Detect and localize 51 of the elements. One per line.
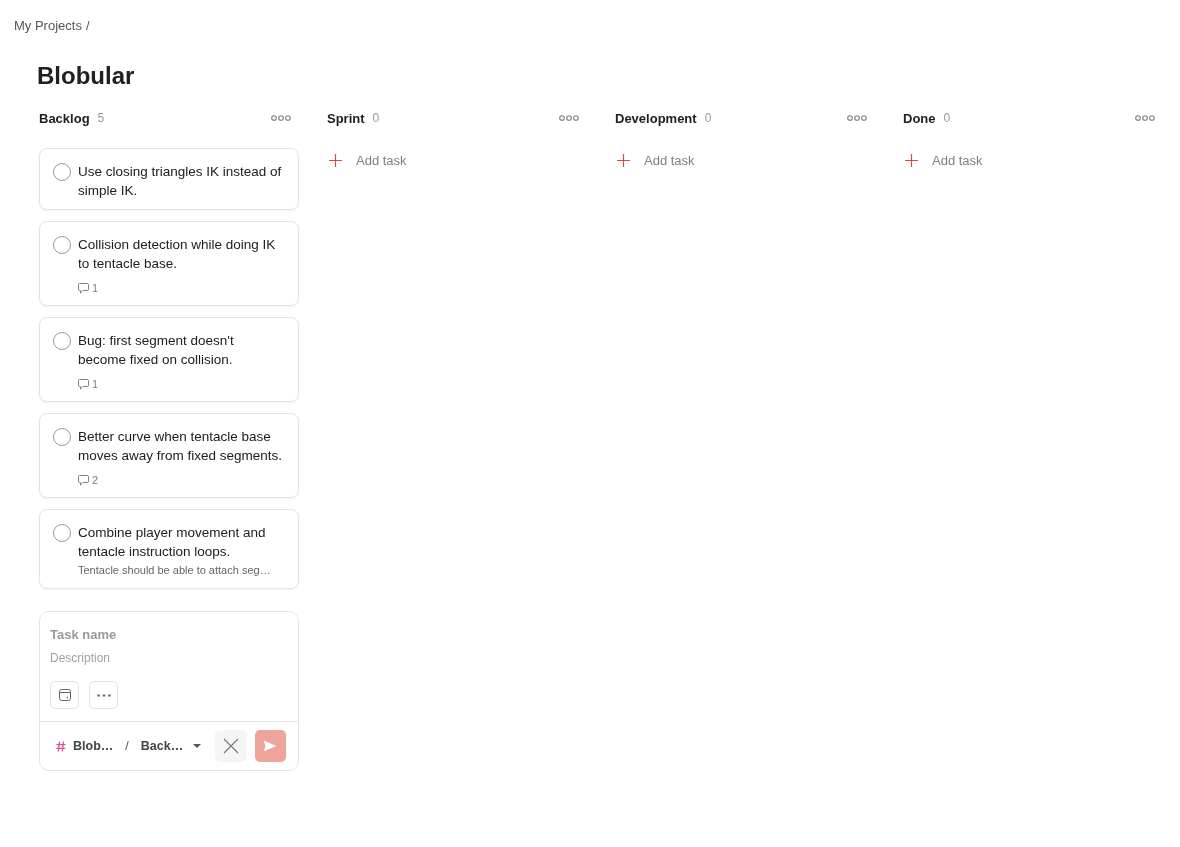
add-task-button[interactable]: Add task: [327, 148, 407, 172]
task-title: Bug: first segment doesn't become fixed on collision.: [78, 332, 235, 369]
comment-icon: [78, 474, 89, 486]
plus-icon: [329, 153, 342, 167]
add-task-button[interactable]: Add task: [615, 148, 695, 172]
task-description: Tentacle should be able to attach seg…: [78, 563, 272, 578]
hash-icon: [56, 740, 66, 752]
more-icon[interactable]: [847, 115, 867, 121]
task-card[interactable]: Use closing triangles IK instead of simple IK.: [39, 148, 299, 210]
task-name-field[interactable]: Task name: [50, 625, 288, 643]
caret-icon: [193, 744, 202, 748]
more-button[interactable]: [89, 681, 118, 709]
column-title: Backlog: [39, 110, 90, 126]
calendar-icon: [58, 689, 71, 701]
more-icon[interactable]: [1135, 115, 1155, 121]
send-icon: [263, 740, 278, 752]
comment-icon: [78, 282, 89, 294]
project-picker[interactable]: Blob… / Back…: [50, 730, 208, 762]
description-field[interactable]: Description: [50, 649, 288, 667]
column-title: Development: [615, 110, 697, 126]
task-count: 0: [704, 111, 712, 125]
comment-count: 1: [92, 282, 99, 294]
column-title: Sprint: [327, 110, 365, 126]
task-count: 0: [943, 111, 951, 125]
comment-count: 2: [92, 474, 99, 486]
breadcrumb-link[interactable]: My Projects: [14, 18, 82, 34]
close-icon: [222, 738, 239, 754]
more-icon[interactable]: [271, 115, 291, 121]
task-title: Better curve when tentacle base moves away from fixed segments.: [78, 428, 284, 465]
add-task-button[interactable]: Add task: [903, 148, 983, 172]
comment-icon: [78, 378, 89, 390]
comment-count: 1: [92, 378, 99, 390]
breadcrumb-separator: /: [85, 18, 90, 34]
task-title: Collision detection while doing IK to tentacle base.: [78, 236, 277, 273]
task-card[interactable]: Better curve when tentacle base moves away from fixed segments. 2: [39, 413, 299, 498]
task-card[interactable]: Bug: first segment doesn't become fixed on collision. 1: [39, 317, 299, 402]
task-count: 0: [372, 111, 380, 125]
task-card[interactable]: Combine player movement and tentacle instruction loops. Tentacle should be able to attach seg…: [39, 509, 299, 589]
task-title: Combine player movement and tentacle instruction loops.: [78, 524, 267, 561]
calendar-button[interactable]: [50, 681, 79, 709]
column-title: Done: [903, 110, 936, 126]
plus-icon: [905, 153, 918, 167]
cancel-button[interactable]: [215, 730, 247, 762]
project-title: Blobular: [37, 62, 135, 90]
more-icon: [96, 693, 111, 697]
more-icon[interactable]: [559, 115, 579, 121]
task-title: Use closing triangles IK instead of simple IK.: [78, 163, 283, 200]
submit-button[interactable]: [254, 730, 286, 762]
plus-icon: [617, 153, 630, 167]
task-card[interactable]: Collision detection while doing IK to tentacle base. 1: [39, 221, 299, 306]
task-count: 5: [97, 111, 105, 125]
